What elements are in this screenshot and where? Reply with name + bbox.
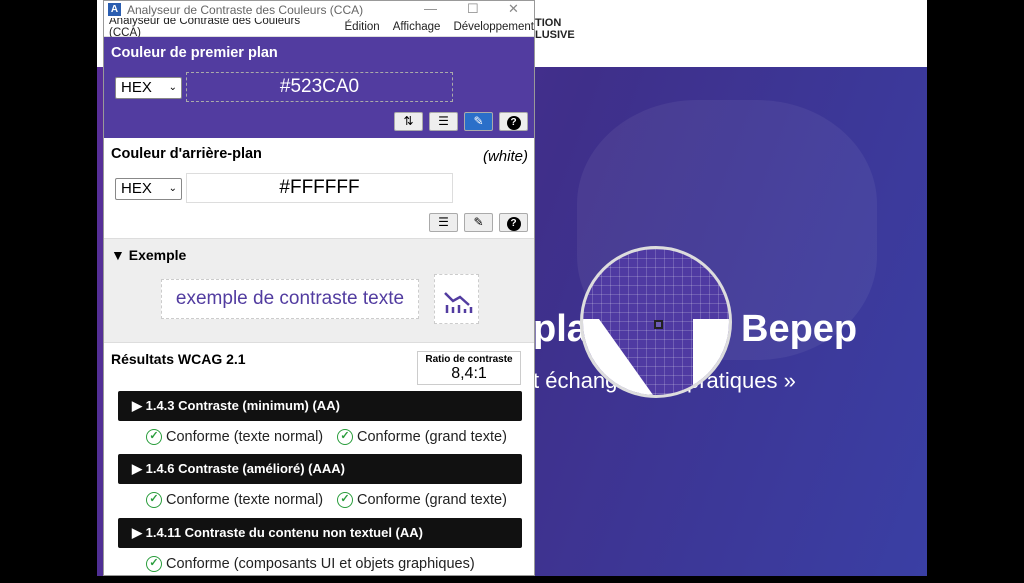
app-icon: A [108, 3, 121, 16]
title-bar: A Analyseur de Contraste des Couleurs (C… [104, 1, 534, 18]
chevron-down-icon: ⌄ [168, 82, 177, 93]
check-result: ✓ Conforme (composants UI et objets graph… [146, 556, 475, 572]
results-heading: Résultats WCAG 2.1 [111, 351, 246, 367]
background-hex-input[interactable]: #FFFFFF [186, 173, 453, 203]
sliders-button[interactable]: ☰ [429, 112, 458, 131]
hero-title: Bepep [741, 308, 858, 350]
background-color-name: (white) [482, 148, 528, 165]
check-icon: ✓ [337, 492, 353, 508]
site-logo[interactable]: TION LUSIVE [535, 17, 575, 41]
logo-line: LUSIVE [535, 29, 575, 41]
cca-window: A Analyseur de Contraste des Couleurs (C… [103, 0, 535, 576]
example-panel: ▼ Exemple exemple de contraste texte [104, 239, 534, 343]
check-result: ✓ Conforme (grand texte) [337, 492, 507, 508]
contrast-ratio-box: Ratio de contraste 8,4:1 [417, 351, 521, 385]
chevron-down-icon: ⌄ [168, 183, 177, 194]
magnifier-crosshair [654, 320, 663, 329]
example-text: exemple de contraste texte [161, 279, 419, 319]
criterion-1-4-3[interactable]: ▶ 1.4.3 Contraste (minimum) (AA) [118, 391, 522, 421]
eyedropper-button[interactable]: ✎ [464, 112, 493, 131]
sliders-button[interactable]: ☰ [429, 213, 458, 232]
chart-icon [434, 274, 479, 324]
logo-line: TION [535, 17, 562, 29]
foreground-format-select[interactable]: HEX ⌄ [115, 77, 182, 99]
menu-app[interactable]: Analyseur de Contraste des Couleurs (CCA… [109, 15, 332, 39]
check-icon: ✓ [337, 429, 353, 445]
background-heading: Couleur d'arrière-plan [111, 146, 262, 162]
swap-colors-button[interactable]: ⇅ [394, 112, 423, 131]
help-button[interactable]: ? [499, 213, 528, 232]
maximize-icon[interactable]: ☐ [467, 1, 479, 17]
check-result: ✓ Conforme (grand texte) [337, 429, 507, 445]
foreground-panel: Couleur de premier plan HEX ⌄ #523CA0 ⇅ ☰… [104, 37, 534, 138]
help-button[interactable]: ? [499, 112, 528, 131]
ratio-value: 8,4:1 [451, 365, 487, 382]
check-icon: ✓ [146, 492, 162, 508]
check-result: ✓ Conforme (texte normal) [146, 429, 323, 445]
help-icon: ? [506, 116, 521, 130]
menu-develop[interactable]: Développement [453, 21, 534, 33]
background-panel: Couleur d'arrière-plan (white) HEX ⌄ #FFF… [104, 138, 534, 239]
help-icon: ? [506, 217, 521, 231]
menu-edit[interactable]: Édition [345, 21, 380, 33]
criterion-1-4-11[interactable]: ▶ 1.4.11 Contraste du contenu non textue… [118, 518, 522, 548]
menu-bar: Analyseur de Contraste des Couleurs (CCA… [104, 15, 534, 39]
window-title: Analyseur de Contraste des Couleurs (CCA… [127, 2, 364, 17]
menu-view[interactable]: Affichage [393, 21, 441, 33]
criterion-1-4-6[interactable]: ▶ 1.4.6 Contraste (amélioré) (AAA) [118, 454, 522, 484]
foreground-heading: Couleur de premier plan [111, 45, 278, 61]
ratio-label: Ratio de contraste [425, 354, 513, 365]
example-toggle[interactable]: ▼ Exemple [111, 247, 186, 263]
eyedropper-button[interactable]: ✎ [464, 213, 493, 232]
eyedropper-magnifier[interactable] [580, 246, 732, 398]
results-panel: Résultats WCAG 2.1 Ratio de contraste 8,… [104, 343, 534, 583]
close-icon[interactable]: ✕ [508, 1, 519, 17]
check-icon: ✓ [146, 556, 162, 572]
minimize-icon[interactable]: — [424, 1, 437, 16]
check-icon: ✓ [146, 429, 162, 445]
foreground-hex-input[interactable]: #523CA0 [186, 72, 453, 102]
check-result: ✓ Conforme (texte normal) [146, 492, 323, 508]
background-format-select[interactable]: HEX ⌄ [115, 178, 182, 200]
